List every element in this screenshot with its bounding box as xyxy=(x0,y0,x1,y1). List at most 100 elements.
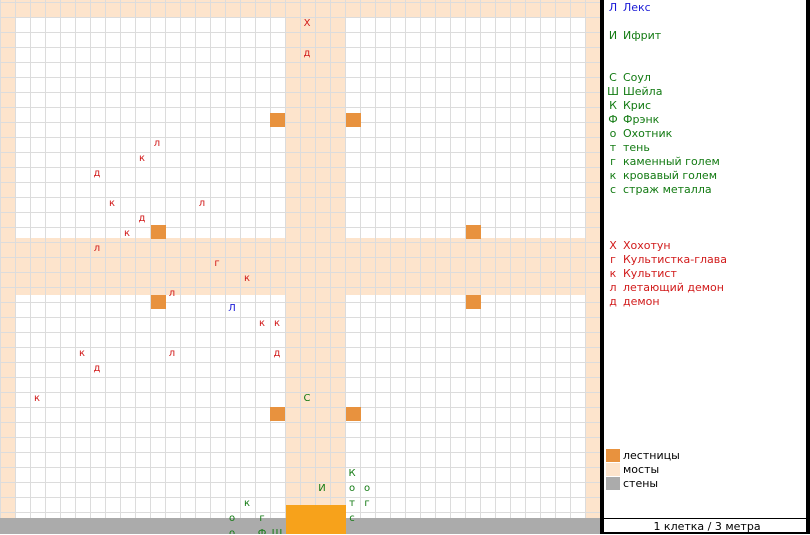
legend-name: Культистка-глава xyxy=(623,253,727,266)
ally-token[interactable]: о xyxy=(225,527,239,534)
ally-token[interactable]: К xyxy=(345,467,359,481)
enemy-token[interactable]: к xyxy=(255,317,269,331)
enemy-token[interactable]: л xyxy=(165,347,179,361)
legend-name: Фрэнк xyxy=(623,113,660,126)
legend-name: Шейла xyxy=(623,85,663,98)
enemy-token[interactable]: д xyxy=(270,347,284,361)
stairs-tile xyxy=(151,295,166,309)
player-token[interactable]: Л xyxy=(225,302,239,316)
stairs-tile xyxy=(346,407,361,421)
legend-entry: Х Хохотун xyxy=(604,239,671,253)
legend-symbol: д xyxy=(609,295,617,308)
legend-name: Ифрит xyxy=(623,29,662,42)
legend-entry: К Крис xyxy=(604,99,651,113)
legend-symbol: о xyxy=(609,127,617,140)
legend-name: Культист xyxy=(623,267,677,280)
ally-token[interactable]: г xyxy=(360,497,374,511)
ally-token[interactable]: о xyxy=(225,512,239,526)
terrain-name: мосты xyxy=(623,463,660,476)
legend-panel: Л Лекс И Ифрит С Соул Ш Шейла К Крис Ф Фрэнк о Охотни… xyxy=(604,0,810,534)
legend-symbol: к xyxy=(609,169,617,182)
ally-token[interactable]: И xyxy=(315,482,329,496)
terrain-entry: мосты xyxy=(604,463,659,477)
ally-token[interactable]: С xyxy=(300,392,314,406)
stairs-tile xyxy=(270,113,285,127)
enemy-token[interactable]: к xyxy=(75,347,89,361)
stairs-tile xyxy=(270,407,285,421)
legend-name: Соул xyxy=(623,71,651,84)
legend-symbol: Ш xyxy=(607,85,619,98)
enemy-token[interactable]: к xyxy=(30,392,44,406)
enemy-token[interactable]: д xyxy=(90,362,104,376)
legend-symbol: И xyxy=(608,29,618,42)
ally-token[interactable]: с xyxy=(345,512,359,526)
enemy-token[interactable]: д xyxy=(90,167,104,181)
legend-name: страж металла xyxy=(623,183,712,196)
legend-entry: т тень xyxy=(604,141,650,155)
legend-name: каменный голем xyxy=(623,155,720,168)
stairs-tile xyxy=(466,225,481,239)
legend-symbol: г xyxy=(610,155,616,168)
enemy-token[interactable]: к xyxy=(135,152,149,166)
terrain-swatch xyxy=(606,463,620,476)
ally-token[interactable]: о xyxy=(360,482,374,496)
ally-token[interactable]: г xyxy=(255,512,269,526)
enemy-token[interactable]: г xyxy=(210,257,224,271)
enemy-token[interactable]: л xyxy=(150,137,164,151)
legend-symbol: г xyxy=(610,253,616,266)
enemy-token[interactable]: к xyxy=(270,317,284,331)
enemy-token[interactable]: к xyxy=(240,272,254,286)
legend-name: кровавый голем xyxy=(623,169,717,182)
legend-symbol: С xyxy=(609,71,617,84)
terrain-name: стены xyxy=(623,477,659,490)
enemy-token[interactable]: л xyxy=(195,197,209,211)
ally-token[interactable]: Ш xyxy=(270,527,284,534)
legend-symbol: Л xyxy=(608,1,618,14)
legend-symbol: т xyxy=(609,141,617,154)
legend-name: Лекс xyxy=(623,1,651,14)
legend-entry: г каменный голем xyxy=(604,155,720,169)
legend-entry: Ш Шейла xyxy=(604,85,662,99)
legend-symbol: к xyxy=(609,267,617,280)
enemy-token[interactable]: к xyxy=(120,227,134,241)
enemy-token[interactable]: л xyxy=(90,242,104,256)
battle-map[interactable]: ХдлкдклдклгклЛккклддкСКИооктгогсоФШ xyxy=(0,0,600,534)
terrain-name: лестницы xyxy=(623,449,680,462)
right-border xyxy=(806,0,810,534)
ally-token[interactable]: о xyxy=(345,482,359,496)
legend-entry: д демон xyxy=(604,295,660,309)
stairs-tile xyxy=(466,295,481,309)
terrain-entry: лестницы xyxy=(604,449,680,463)
legend-entry: И Ифрит xyxy=(604,29,661,43)
legend-symbol: Х xyxy=(609,239,617,252)
legend-entry: к Культист xyxy=(604,267,677,281)
ally-token[interactable]: Ф xyxy=(255,527,269,534)
terrain-swatch xyxy=(606,449,620,462)
legend-entry: к кровавый голем xyxy=(604,169,717,183)
terrain-entry: стены xyxy=(604,477,658,491)
legend-entry: г Культистка-глава xyxy=(604,253,727,267)
legend-entry: с страж металла xyxy=(604,183,712,197)
enemy-token[interactable]: л xyxy=(165,287,179,301)
enemy-token[interactable]: Х xyxy=(300,17,314,31)
enemy-token[interactable]: д xyxy=(135,212,149,226)
stairs-tile xyxy=(346,113,361,127)
legend-name: Охотник xyxy=(623,127,673,140)
ally-token[interactable]: т xyxy=(345,497,359,511)
enemy-token[interactable]: д xyxy=(300,47,314,61)
legend-name: Хохотун xyxy=(623,239,671,252)
legend-name: летающий демон xyxy=(623,281,724,294)
legend-entry: о Охотник xyxy=(604,127,673,141)
legend-name: демон xyxy=(623,295,660,308)
legend-entry: С Соул xyxy=(604,71,651,85)
legend-symbol: с xyxy=(609,183,617,196)
stairs-tile xyxy=(151,225,166,239)
ally-token[interactable]: к xyxy=(240,497,254,511)
legend-entry: л летающий демон xyxy=(604,281,724,295)
legend-name: Крис xyxy=(623,99,651,112)
enemy-token[interactable]: к xyxy=(105,197,119,211)
exit-stairs xyxy=(286,505,346,534)
legend-symbol: л xyxy=(609,281,617,294)
legend-symbol: К xyxy=(609,99,617,112)
map-grid xyxy=(0,0,600,534)
